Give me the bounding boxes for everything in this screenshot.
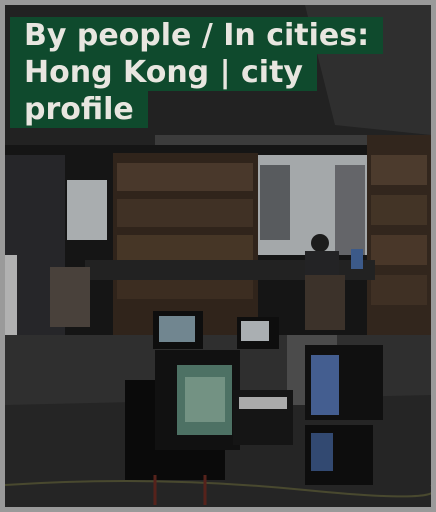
- article-title[interactable]: By people / In cities: Hong Kong | city …: [10, 17, 384, 128]
- article-card[interactable]: By people / In cities: Hong Kong | city …: [0, 0, 436, 512]
- title-line-1[interactable]: By people / In cities:: [10, 17, 384, 54]
- title-line-2[interactable]: Hong Kong | city: [10, 54, 317, 91]
- title-line-3[interactable]: profile: [10, 91, 148, 128]
